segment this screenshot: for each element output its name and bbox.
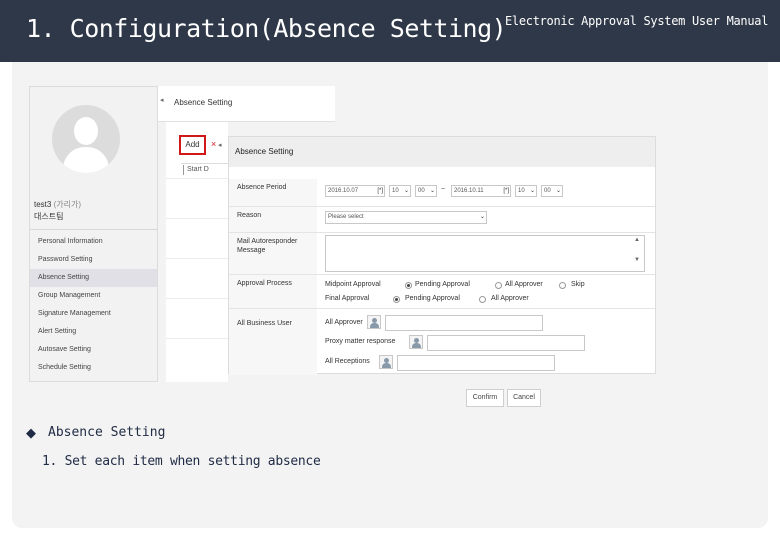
profile-rank: (가리가) bbox=[53, 200, 81, 209]
cancel-button[interactable]: Cancel bbox=[507, 389, 541, 407]
calendar-icon[interactable]: [*] bbox=[377, 186, 383, 196]
start-hour-value: 10 bbox=[392, 188, 399, 194]
textarea-scrollbar[interactable]: ▲ ▼ bbox=[634, 237, 641, 270]
sidebar-item-alert-setting[interactable]: Alert Setting bbox=[30, 323, 157, 341]
end-date-input[interactable]: 2016.10.11 [*] bbox=[451, 185, 511, 197]
absence-period-row: Absence Period 2016.10.07 [*] 10 ⌄ 00 ⌄ … bbox=[229, 179, 655, 207]
midpoint-pending-radio[interactable] bbox=[405, 282, 412, 289]
midpoint-pending-label: Pending Approval bbox=[415, 281, 470, 288]
scroll-down-icon[interactable]: ▼ bbox=[634, 257, 640, 263]
chevron-down-icon: ⌄ bbox=[429, 188, 435, 194]
profile-name: test3 (가리가) bbox=[34, 199, 81, 210]
settings-sidebar: test3 (가리가) 대스트팀 Personal Information Pa… bbox=[29, 86, 158, 382]
mail-message-row: Mail Autoresponder Message ▲ ▼ bbox=[229, 233, 655, 275]
reason-label: Reason bbox=[229, 207, 317, 232]
sidebar-divider bbox=[30, 229, 157, 230]
reason-row: Reason Please select ⌄ bbox=[229, 207, 655, 233]
list-header-start-date: Start D bbox=[181, 163, 228, 175]
content-topbar: ◂ Absence Setting bbox=[158, 86, 335, 122]
profile-username: test3 bbox=[34, 200, 52, 209]
reception-picker-icon[interactable] bbox=[379, 355, 393, 369]
final-all-approver-label: All Approver bbox=[491, 295, 529, 302]
proxy-picker-icon[interactable] bbox=[409, 335, 423, 349]
approval-process-label: Approval Process bbox=[229, 275, 317, 308]
start-minute-select[interactable]: 00 ⌄ bbox=[415, 185, 437, 197]
all-approver-input[interactable] bbox=[385, 315, 543, 331]
midpoint-skip-radio[interactable] bbox=[559, 282, 566, 289]
sidebar-item-signature-management[interactable]: Signature Management bbox=[30, 305, 157, 323]
calendar-icon[interactable]: [*] bbox=[503, 186, 509, 196]
start-minute-value: 00 bbox=[418, 188, 425, 194]
add-button[interactable]: Add bbox=[179, 135, 206, 155]
end-hour-value: 10 bbox=[518, 188, 525, 194]
slide-header: 1. Configuration(Absence Setting) Electr… bbox=[0, 0, 780, 62]
section-heading: Absence Setting bbox=[48, 425, 166, 440]
all-receptions-input[interactable] bbox=[397, 355, 555, 371]
final-approval-label: Final Approval bbox=[325, 295, 370, 302]
start-hour-select[interactable]: 10 ⌄ bbox=[389, 185, 411, 197]
chevron-down-icon: ⌄ bbox=[529, 188, 535, 194]
end-date-value: 2016.10.11 bbox=[454, 188, 484, 194]
chevron-down-icon: ⌄ bbox=[403, 188, 409, 194]
midpoint-all-approver-label: All Approver bbox=[505, 281, 543, 288]
all-receptions-label: All Receptions bbox=[325, 358, 370, 365]
list-header-label: Start D bbox=[187, 166, 209, 173]
sidebar-item-schedule-setting[interactable]: Schedule Setting bbox=[30, 359, 157, 377]
end-minute-select[interactable]: 00 ⌄ bbox=[541, 185, 563, 197]
sidebar-item-group-management[interactable]: Group Management bbox=[30, 287, 157, 305]
final-all-approver-radio[interactable] bbox=[479, 296, 486, 303]
proxy-matter-input[interactable] bbox=[427, 335, 585, 351]
reason-select[interactable]: Please select ⌄ bbox=[325, 211, 487, 224]
settings-menu: Personal Information Password Setting Ab… bbox=[30, 233, 157, 377]
all-approver-label: All Approver bbox=[325, 319, 363, 326]
sidebar-item-password-setting[interactable]: Password Setting bbox=[30, 251, 157, 269]
midpoint-all-approver-radio[interactable] bbox=[495, 282, 502, 289]
chevron-left-icon[interactable]: ◂ bbox=[218, 141, 222, 149]
mail-message-textarea[interactable] bbox=[325, 235, 645, 272]
page-title: Absence Setting bbox=[174, 98, 233, 107]
diamond-bullet-icon: ◆ bbox=[26, 426, 36, 441]
dialog-title: Absence Setting bbox=[235, 147, 294, 156]
collapse-arrow-icon[interactable]: ◂ bbox=[160, 96, 164, 104]
chevron-down-icon: ⌄ bbox=[479, 214, 485, 220]
midpoint-skip-label: Skip bbox=[571, 281, 585, 288]
period-tilde: ~ bbox=[441, 186, 446, 193]
start-date-input[interactable]: 2016.10.07 [*] bbox=[325, 185, 385, 197]
scroll-up-icon[interactable]: ▲ bbox=[634, 237, 640, 243]
chevron-down-icon: ⌄ bbox=[555, 188, 561, 194]
mail-message-label: Mail Autoresponder Message bbox=[229, 233, 317, 274]
midpoint-approval-label: Midpoint Approval bbox=[325, 281, 381, 288]
absence-list bbox=[166, 122, 228, 382]
slide-title: 1. Configuration(Absence Setting) bbox=[26, 14, 507, 43]
sidebar-item-autosave-setting[interactable]: Autosave Setting bbox=[30, 341, 157, 359]
reason-placeholder: Please select bbox=[328, 214, 364, 220]
profile-department: 대스트팀 bbox=[34, 212, 64, 221]
absence-period-label: Absence Period bbox=[229, 179, 317, 206]
dialog-header: Absence Setting bbox=[229, 137, 655, 167]
business-user-row: All Business User All Approver Proxy mat… bbox=[229, 309, 655, 375]
final-pending-label: Pending Approval bbox=[405, 295, 460, 302]
sidebar-item-personal-information[interactable]: Personal Information bbox=[30, 233, 157, 251]
approver-picker-icon[interactable] bbox=[367, 315, 381, 329]
delete-icon[interactable]: × bbox=[211, 139, 216, 149]
final-pending-radio[interactable] bbox=[393, 296, 400, 303]
avatar bbox=[52, 105, 120, 173]
business-user-label: All Business User bbox=[229, 309, 317, 375]
step-instruction: 1. Set each item when setting absence bbox=[42, 454, 321, 469]
absence-setting-dialog: Absence Setting Absence Period 2016.10.0… bbox=[228, 136, 656, 375]
end-minute-value: 00 bbox=[544, 188, 551, 194]
sidebar-item-absence-setting[interactable]: Absence Setting bbox=[30, 269, 157, 287]
start-date-value: 2016.10.07 bbox=[328, 188, 359, 194]
proxy-matter-label: Proxy matter response bbox=[325, 338, 396, 345]
manual-subtitle: Electronic Approval System User Manual bbox=[505, 14, 769, 28]
end-hour-select[interactable]: 10 ⌄ bbox=[515, 185, 537, 197]
confirm-button[interactable]: Confirm bbox=[466, 389, 504, 407]
approval-process-row: Approval Process Midpoint Approval Pendi… bbox=[229, 275, 655, 309]
